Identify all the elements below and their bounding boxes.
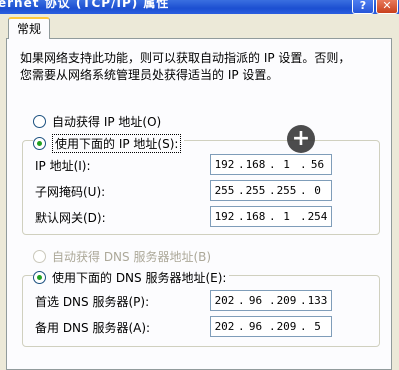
octet: 1 xyxy=(283,158,290,171)
octet: 5 xyxy=(314,320,321,333)
radio-manual-dns-label: 使用下面的 DNS 服务器地址(E): xyxy=(52,271,227,285)
radio-button[interactable] xyxy=(33,271,46,284)
radio-manual-dns[interactable]: 使用下面的 DNS 服务器地址(E): xyxy=(33,269,230,286)
description-text: 如果网络支持此功能，则可以获取自动指派的 IP 设置。否则， 您需要从网络系统管… xyxy=(20,50,380,84)
plus-icon: + xyxy=(287,125,315,153)
radio-button[interactable] xyxy=(33,250,46,263)
octet: 168 xyxy=(245,210,266,223)
radio-manual-ip-label: 使用下面的 IP 地址(S): xyxy=(52,134,182,153)
description-line: 如果网络支持此功能，则可以获取自动指派的 IP 设置。否则， xyxy=(20,51,351,65)
octet: 202 xyxy=(214,294,235,307)
ip-address-input[interactable]: 192. 168. 1. 56 xyxy=(210,154,332,175)
subnet-mask-input[interactable]: 255. 255. 255. 0 xyxy=(210,180,332,201)
radio-auto-ip-label: 自动获得 IP 地址(O) xyxy=(52,115,162,129)
radio-auto-ip[interactable]: 自动获得 IP 地址(O) xyxy=(33,113,161,130)
window-title: ernet 协议 (TCP/IP) 属性 xyxy=(0,0,170,10)
octet: 254 xyxy=(307,210,328,223)
alternate-dns-input[interactable]: 202. 96. 209. 5 xyxy=(210,316,332,337)
subnet-mask-label: 子网掩码(U): xyxy=(35,185,106,199)
help-button[interactable]: ? xyxy=(352,0,374,14)
octet: 96 xyxy=(248,320,263,333)
octet: 133 xyxy=(307,294,328,307)
octet: 202 xyxy=(214,320,235,333)
alternate-dns-label: 备用 DNS 服务器(A): xyxy=(35,321,151,335)
radio-manual-ip[interactable]: 使用下面的 IP 地址(S): xyxy=(33,134,185,153)
tab-general[interactable]: 常规 xyxy=(8,17,50,39)
octet: 1 xyxy=(283,210,290,223)
octet: 192 xyxy=(214,158,235,171)
radio-button[interactable] xyxy=(33,115,46,128)
close-button[interactable]: ✕ xyxy=(376,0,398,14)
octet: 168 xyxy=(245,158,266,171)
octet: 209 xyxy=(276,320,297,333)
radio-auto-dns-label: 自动获得 DNS 服务器地址(B) xyxy=(52,250,212,264)
default-gateway-label: 默认网关(D): xyxy=(35,211,106,225)
preferred-dns-label: 首选 DNS 服务器(P): xyxy=(35,295,150,309)
octet: 56 xyxy=(310,158,325,171)
octet: 209 xyxy=(276,294,297,307)
description-line: 您需要从网络系统管理员处获得适当的 IP 设置。 xyxy=(20,68,279,82)
octet: 0 xyxy=(314,184,321,197)
octet: 192 xyxy=(214,210,235,223)
octet: 255 xyxy=(245,184,266,197)
ip-address-label: IP 地址(I): xyxy=(35,159,91,173)
octet: 255 xyxy=(276,184,297,197)
radio-button[interactable] xyxy=(33,137,46,150)
preferred-dns-input[interactable]: 202. 96. 209. 133 xyxy=(210,290,332,311)
default-gateway-input[interactable]: 192. 168. 1. 254 xyxy=(210,206,332,227)
octet: 96 xyxy=(248,294,263,307)
title-bar: ernet 协议 (TCP/IP) 属性 ? ✕ xyxy=(0,0,399,14)
octet: 255 xyxy=(214,184,235,197)
radio-auto-dns[interactable]: 自动获得 DNS 服务器地址(B) xyxy=(33,248,211,265)
